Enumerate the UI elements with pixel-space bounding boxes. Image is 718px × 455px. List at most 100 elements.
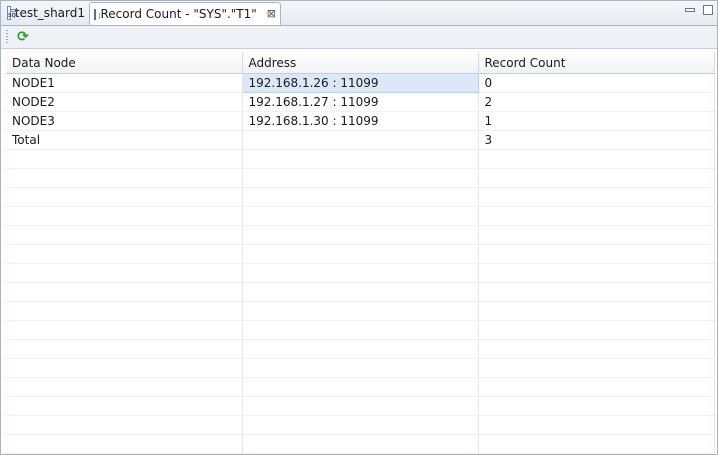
empty-cell (6, 149, 243, 169)
table-row[interactable]: NODE3 192.168.1.30 : 11099 1 (6, 111, 715, 131)
cell-record-count[interactable]: 0 (478, 73, 715, 93)
empty-cell (242, 225, 479, 245)
empty-cell (478, 149, 715, 169)
empty-cell (6, 301, 243, 321)
empty-cell (6, 244, 243, 264)
empty-cell (242, 282, 479, 302)
empty-row (6, 225, 715, 245)
empty-cell (478, 377, 715, 397)
empty-row (6, 320, 715, 340)
empty-row (6, 377, 715, 397)
maximize-icon[interactable] (703, 5, 713, 15)
empty-cell (6, 339, 243, 359)
cell-address[interactable]: 192.168.1.26 : 11099 (241, 73, 479, 93)
table-row-total[interactable]: Total 3 (6, 130, 715, 150)
empty-row (6, 339, 715, 359)
empty-cell (478, 320, 715, 340)
empty-cell (478, 434, 715, 454)
cell-data-node[interactable]: Total (6, 130, 243, 150)
minimize-icon[interactable] (685, 8, 695, 12)
record-count-table: Data Node Address Record Count NODE1 192… (6, 52, 715, 454)
column-header-address[interactable]: Address (242, 52, 479, 74)
empty-cell (6, 282, 243, 302)
empty-cell (6, 206, 243, 226)
empty-cell (242, 396, 479, 416)
tab-label: test_shard1 (14, 6, 85, 20)
sql-file-icon (7, 6, 18, 20)
empty-row (6, 244, 715, 264)
empty-cell (242, 358, 479, 378)
empty-row (6, 168, 715, 188)
close-icon[interactable]: ⊠ (267, 8, 276, 20)
empty-cell (242, 263, 479, 283)
empty-cell (242, 149, 479, 169)
empty-cell (6, 225, 243, 245)
empty-cell (6, 168, 243, 188)
cell-record-count[interactable]: 1 (478, 111, 715, 131)
empty-cell (6, 396, 243, 416)
empty-cell (242, 415, 479, 435)
refresh-icon[interactable]: ⟳ (15, 29, 31, 45)
empty-cell (6, 187, 243, 207)
empty-row (6, 206, 715, 226)
empty-cell (478, 206, 715, 226)
empty-cell (6, 377, 243, 397)
cell-address[interactable]: 192.168.1.30 : 11099 (242, 111, 479, 131)
empty-row (6, 434, 715, 454)
empty-cell (478, 187, 715, 207)
empty-cell (478, 282, 715, 302)
empty-cell (242, 168, 479, 188)
tab-label: Record Count - "SYS"."T1" (100, 7, 257, 21)
empty-cell (6, 358, 243, 378)
tab-test-shard1[interactable]: test_shard1 (3, 2, 89, 24)
empty-cell (242, 339, 479, 359)
empty-cell (242, 244, 479, 264)
view-toolbar: ⟳ (1, 26, 717, 49)
cell-address[interactable]: 192.168.1.27 : 11099 (242, 92, 479, 112)
empty-cell (242, 301, 479, 321)
cell-data-node[interactable]: NODE1 (6, 73, 243, 93)
empty-row (6, 358, 715, 378)
empty-cell (478, 415, 715, 435)
empty-cell (478, 263, 715, 283)
column-header-record-count[interactable]: Record Count (478, 52, 715, 74)
empty-row (6, 282, 715, 302)
empty-cell (6, 263, 243, 283)
empty-cell (478, 396, 715, 416)
cell-record-count[interactable]: 3 (478, 130, 715, 150)
tab-record-count[interactable]: Record Count - "SYS"."T1" ⊠ (89, 2, 281, 25)
column-header-data-node[interactable]: Data Node (6, 52, 243, 74)
empty-cell (478, 301, 715, 321)
table-row[interactable]: NODE1 192.168.1.26 : 11099 0 (6, 73, 715, 93)
empty-cell (478, 244, 715, 264)
empty-cell (478, 225, 715, 245)
cell-record-count[interactable]: 2 (478, 92, 715, 112)
empty-row (6, 415, 715, 435)
empty-row (6, 187, 715, 207)
window-controls (685, 5, 713, 15)
cell-data-node[interactable]: NODE2 (6, 92, 243, 112)
record-count-view: test_shard1 Record Count - "SYS"."T1" ⊠ … (0, 0, 718, 455)
toolbar-grip (6, 30, 8, 44)
empty-cell (242, 377, 479, 397)
table-header-row: Data Node Address Record Count (6, 52, 715, 74)
empty-row (6, 396, 715, 416)
empty-row (6, 301, 715, 321)
empty-cell (6, 434, 243, 454)
editor-tab-bar: test_shard1 Record Count - "SYS"."T1" ⊠ (1, 1, 717, 26)
empty-cell (242, 434, 479, 454)
empty-cell (6, 320, 243, 340)
empty-cell (478, 339, 715, 359)
cell-address[interactable] (242, 130, 479, 150)
table-icon (94, 8, 102, 20)
empty-row (6, 149, 715, 169)
empty-cell (478, 168, 715, 188)
empty-cell (6, 415, 243, 435)
empty-cell (242, 206, 479, 226)
cell-data-node[interactable]: NODE3 (6, 111, 243, 131)
empty-row (6, 263, 715, 283)
empty-cell (478, 358, 715, 378)
table-row[interactable]: NODE2 192.168.1.27 : 11099 2 (6, 92, 715, 112)
empty-cell (242, 187, 479, 207)
empty-cell (242, 320, 479, 340)
